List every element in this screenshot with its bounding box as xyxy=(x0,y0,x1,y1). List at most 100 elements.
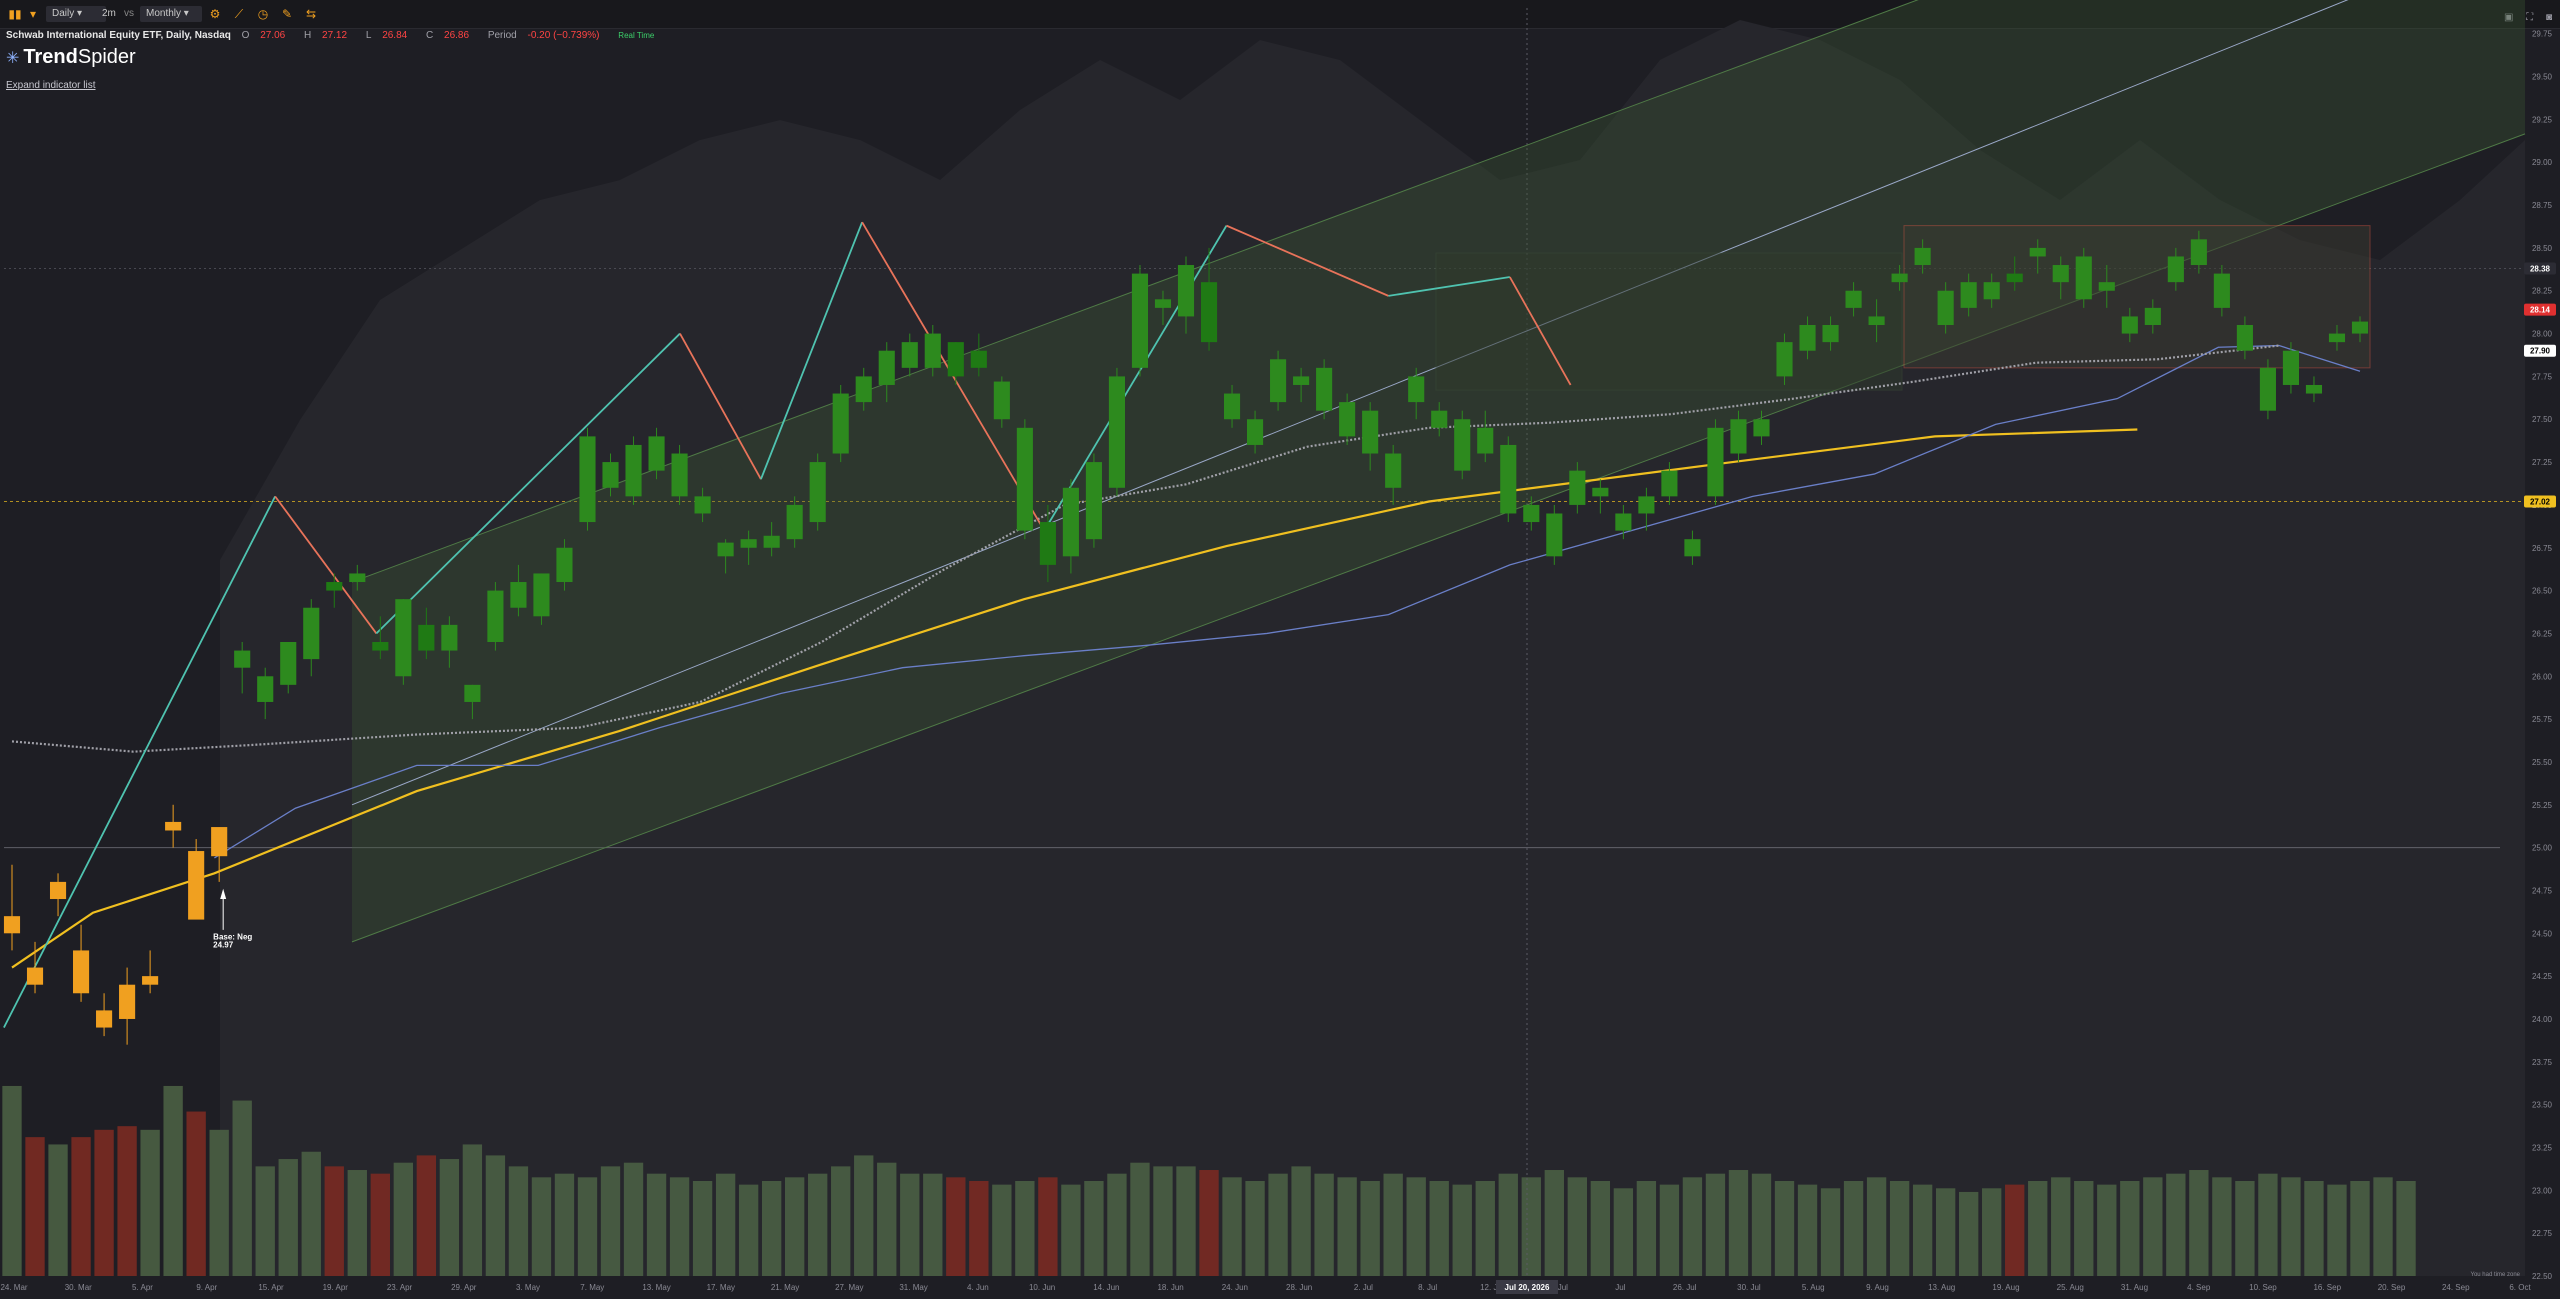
candle-body xyxy=(1131,273,1149,368)
volume-bar xyxy=(25,1137,45,1276)
y-tick-label: 22.75 xyxy=(2532,1229,2553,1238)
candle-body xyxy=(648,436,665,471)
volume-bar xyxy=(301,1151,321,1276)
volume-bar xyxy=(1544,1170,1564,1276)
y-tick-label: 28.50 xyxy=(2532,244,2553,253)
volume-bar xyxy=(2281,1177,2301,1276)
candle-body xyxy=(1477,427,1494,454)
candle-body xyxy=(510,582,527,608)
volume-bar xyxy=(715,1173,736,1276)
candle-body xyxy=(1085,462,1102,540)
candle-body xyxy=(1039,522,1056,565)
candle-body xyxy=(395,599,412,677)
price-tag-label: 27.02 xyxy=(2530,497,2551,506)
volume-bar xyxy=(1222,1177,1242,1276)
candle-body xyxy=(1684,539,1701,557)
volume-bar xyxy=(71,1137,91,1276)
x-tick-label: 14. Jun xyxy=(1093,1283,1119,1292)
y-tick-label: 29.25 xyxy=(2532,115,2553,124)
y-tick-label: 22.50 xyxy=(2532,1272,2553,1281)
candle-body xyxy=(1730,419,1747,454)
candle-body xyxy=(2328,333,2346,343)
volume-bar xyxy=(808,1173,828,1276)
candle-body xyxy=(694,496,711,514)
candle-body xyxy=(671,453,688,497)
x-tick-label: 4. Sep xyxy=(2187,1283,2211,1292)
candle-body xyxy=(1776,342,1793,377)
volume-bar xyxy=(784,1177,805,1276)
candle-body xyxy=(1454,419,1471,471)
x-tick-label: 25. Aug xyxy=(2057,1283,2084,1292)
y-tick-label: 23.50 xyxy=(2532,1101,2553,1110)
volume-bar xyxy=(554,1173,575,1276)
x-tick-label: 9. Apr xyxy=(196,1283,217,1292)
volume-bar xyxy=(1982,1188,2002,1276)
x-tick-label: 18. Jun xyxy=(1157,1283,1183,1292)
volume-bar xyxy=(992,1184,1012,1276)
candle-body xyxy=(2052,265,2069,283)
y-tick-label: 24.75 xyxy=(2532,886,2553,895)
candle-body xyxy=(1615,513,1632,531)
candle-body xyxy=(1108,376,1125,488)
volume-bar xyxy=(1383,1173,1403,1276)
volume-bar xyxy=(2097,1184,2117,1276)
x-tick-label: 29. Apr xyxy=(451,1283,477,1292)
volume-bar xyxy=(623,1162,644,1276)
candle-body xyxy=(487,590,504,642)
candle-body xyxy=(3,916,21,934)
price-tag-label: 28.38 xyxy=(2530,264,2551,273)
volume-bar xyxy=(2189,1170,2209,1276)
candle-body xyxy=(1177,265,1195,317)
x-tick-label: 24. Jun xyxy=(1222,1283,1248,1292)
volume-bar xyxy=(117,1126,137,1276)
x-tick-label: 9. Aug xyxy=(1866,1283,1889,1292)
x-tick-label: 27. May xyxy=(835,1283,863,1292)
volume-bar xyxy=(1038,1177,1058,1276)
candle-body xyxy=(1845,290,1862,308)
volume-bar xyxy=(347,1170,367,1276)
y-tick-label: 25.00 xyxy=(2532,844,2553,853)
volume-bar xyxy=(1935,1188,1956,1276)
volume-bar xyxy=(923,1173,943,1276)
volume-bar xyxy=(1820,1188,1841,1276)
volume-bar xyxy=(831,1166,851,1276)
volume-bar xyxy=(2028,1180,2048,1276)
candle-body xyxy=(1408,376,1425,403)
volume-bar xyxy=(1268,1173,1288,1276)
volume-bar xyxy=(1889,1180,1910,1276)
volume-bar xyxy=(393,1162,414,1276)
candle-body xyxy=(947,342,964,377)
candle-body xyxy=(2098,282,2115,291)
candle-body xyxy=(280,642,297,685)
volume-bar xyxy=(2373,1177,2393,1276)
x-tick-label: 17. May xyxy=(707,1283,735,1292)
candle-body xyxy=(602,462,619,488)
volume-bar xyxy=(2327,1184,2347,1276)
x-tick-label: 10. Sep xyxy=(2249,1283,2277,1292)
x-tick-label: 5. Apr xyxy=(132,1283,153,1292)
candle-body xyxy=(257,676,274,702)
volume-bar xyxy=(669,1177,690,1276)
x-tick-label: 10. Jun xyxy=(1029,1283,1055,1292)
volume-bar xyxy=(2074,1180,2094,1276)
y-tick-label: 29.50 xyxy=(2532,73,2553,82)
volume-bar xyxy=(94,1129,114,1276)
candle-body xyxy=(832,393,849,454)
volume-bar xyxy=(370,1173,390,1276)
volume-bar xyxy=(1176,1166,1196,1276)
volume-bar xyxy=(531,1177,552,1276)
y-tick-label: 23.75 xyxy=(2532,1058,2553,1067)
candle-body xyxy=(2305,384,2323,394)
volume-bar xyxy=(738,1184,759,1276)
price-chart[interactable]: Base: Neg24.97 29.7529.5029.2529.0028.75… xyxy=(0,0,2560,1299)
candle-body xyxy=(878,350,895,385)
x-tick-label: 31. Aug xyxy=(2121,1283,2148,1292)
x-tick-label: 24. Mar xyxy=(0,1283,27,1292)
volume-bar xyxy=(2212,1177,2232,1276)
volume-bar xyxy=(1728,1170,1749,1276)
y-tick-label: 27.75 xyxy=(2532,372,2553,381)
y-tick-label: 25.25 xyxy=(2532,801,2553,810)
candle-body xyxy=(142,976,159,985)
volume-bar xyxy=(761,1180,782,1276)
candle-body xyxy=(303,607,320,660)
